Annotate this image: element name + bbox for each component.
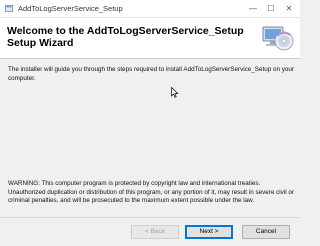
title-bar[interactable]: AddToLogServerService_Setup — ☐ ✕ [0, 0, 300, 18]
footer-divider [0, 217, 300, 218]
cancel-button[interactable]: Cancel [242, 225, 290, 239]
wizard-header: Welcome to the AddToLogServerService_Set… [0, 18, 300, 59]
window-title: AddToLogServerService_Setup [18, 4, 123, 13]
maximize-button[interactable]: ☐ [262, 2, 280, 15]
back-button[interactable]: < Back [131, 225, 179, 239]
intro-text: The installer will guide you through the… [8, 66, 294, 82]
page-title: Welcome to the AddToLogServerService_Set… [7, 25, 244, 49]
mouse-pointer-icon [171, 87, 179, 98]
installer-app-icon [5, 4, 14, 13]
copyright-warning: WARNING: This computer program is protec… [8, 180, 294, 204]
computer-disc-icon [262, 26, 294, 51]
next-button[interactable]: Next > [185, 225, 233, 239]
minimize-button[interactable]: — [244, 2, 262, 15]
close-button[interactable]: ✕ [280, 2, 298, 15]
